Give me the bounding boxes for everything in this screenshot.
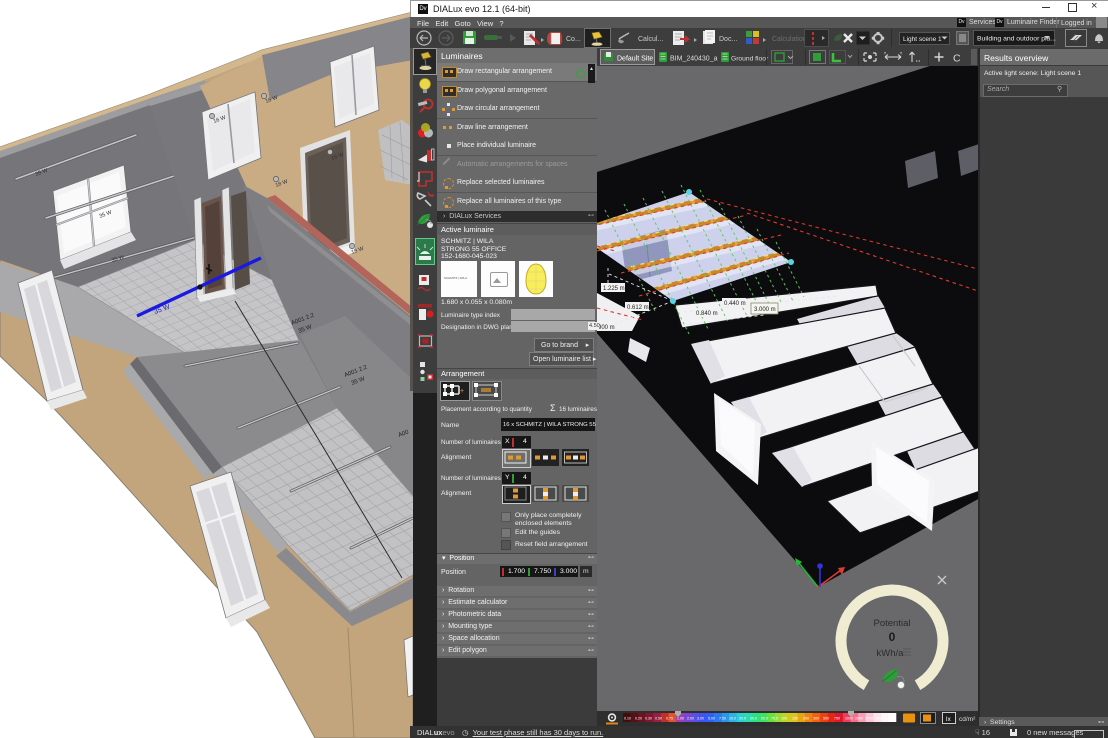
- svg-text:lx: lx: [946, 716, 951, 723]
- svg-text:0.612 m: 0.612 m: [627, 305, 649, 311]
- svg-text:Co...: Co...: [566, 36, 581, 43]
- svg-text:750: 750: [834, 717, 840, 721]
- svg-text:Building and outdoor pla...: Building and outdoor pla...: [977, 36, 1056, 43]
- svg-text:200: 200: [803, 717, 809, 721]
- svg-text:Ground floor: Ground floor: [731, 56, 769, 63]
- svg-text:Light scene 1: Light scene 1: [903, 36, 942, 43]
- svg-text:0.30: 0.30: [645, 717, 652, 721]
- svg-text:C: C: [953, 53, 961, 65]
- svg-text:3000: 3000: [865, 717, 873, 721]
- svg-text:1.225 m: 1.225 m: [603, 286, 625, 292]
- svg-text:0: 0: [889, 630, 896, 644]
- svg-text:Doc...: Doc...: [719, 36, 737, 43]
- svg-text:Default Site: Default Site: [617, 56, 653, 63]
- svg-text:7500: 7500: [887, 717, 895, 721]
- svg-text:75.0: 75.0: [771, 717, 778, 721]
- svg-text:1.00: 1.00: [677, 717, 684, 721]
- svg-text:100: 100: [781, 717, 787, 721]
- svg-text:10.0: 10.0: [729, 717, 736, 721]
- svg-text:0.840 m: 0.840 m: [696, 311, 718, 317]
- svg-text:5000: 5000: [876, 717, 884, 721]
- svg-text:7.50: 7.50: [719, 717, 726, 721]
- svg-text:150: 150: [792, 717, 798, 721]
- svg-text:Calculation: Calculation: [772, 36, 807, 43]
- svg-text:BIM_240430_a: BIM_240430_a: [670, 56, 718, 63]
- svg-text:1000: 1000: [845, 717, 853, 721]
- svg-text:2.00: 2.00: [687, 717, 694, 721]
- svg-text:0.50: 0.50: [655, 717, 662, 721]
- svg-text:900 m: 900 m: [598, 325, 615, 331]
- svg-text:2000: 2000: [855, 717, 863, 721]
- svg-text:cd/m²: cd/m²: [959, 716, 976, 723]
- svg-text:3.000 m: 3.000 m: [754, 307, 776, 313]
- svg-text:0.440 m: 0.440 m: [724, 301, 746, 307]
- svg-text:3.00: 3.00: [697, 717, 704, 721]
- svg-text:+: +: [460, 388, 464, 395]
- svg-text:Potential: Potential: [874, 618, 911, 629]
- svg-text:kWh/a: kWh/a: [877, 648, 905, 659]
- svg-text:300: 300: [813, 717, 819, 721]
- svg-text:0.10: 0.10: [624, 717, 631, 721]
- svg-text:5.00: 5.00: [708, 717, 715, 721]
- svg-text:Calcul...: Calcul...: [638, 36, 663, 43]
- svg-text:0.75: 0.75: [666, 717, 673, 721]
- svg-text:500: 500: [823, 717, 829, 721]
- svg-text:30.0: 30.0: [750, 717, 757, 721]
- svg-text:20.0: 20.0: [739, 717, 746, 721]
- svg-text:0.20: 0.20: [635, 717, 642, 721]
- svg-text:50.0: 50.0: [761, 717, 768, 721]
